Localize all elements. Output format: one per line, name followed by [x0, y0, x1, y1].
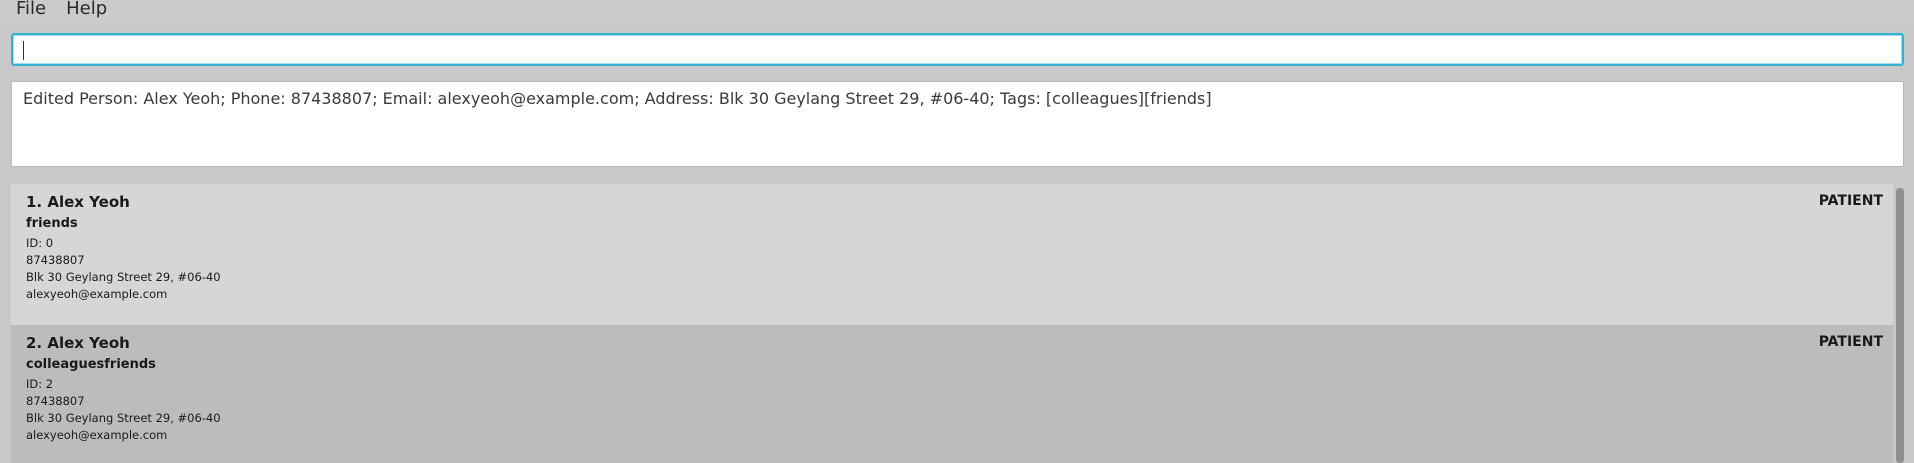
person-name: 1. Alex Yeoh	[26, 193, 130, 211]
person-role: PATIENT	[1818, 193, 1883, 209]
person-tags: friends	[26, 216, 78, 231]
person-email: alexyeoh@example.com	[26, 287, 168, 301]
person-tags: colleaguesfriends	[26, 357, 156, 372]
result-display: Edited Person: Alex Yeoh; Phone: 8743880…	[11, 81, 1904, 167]
result-message: Edited Person: Alex Yeoh; Phone: 8743880…	[23, 89, 1212, 108]
person-list[interactable]: 1. Alex Yeoh PATIENT friends ID: 0 87438…	[11, 184, 1904, 463]
menu-help[interactable]: Help	[58, 0, 119, 22]
person-phone: 87438807	[26, 394, 85, 408]
text-caret	[23, 41, 24, 60]
person-card[interactable]: 2. Alex Yeoh PATIENT colleaguesfriends I…	[11, 325, 1893, 463]
menu-bar: File Help	[0, 0, 1914, 26]
menu-file[interactable]: File	[0, 0, 58, 22]
scrollbar-thumb[interactable]	[1896, 188, 1904, 463]
person-card[interactable]: 1. Alex Yeoh PATIENT friends ID: 0 87438…	[11, 184, 1893, 325]
person-address: Blk 30 Geylang Street 29, #06-40	[26, 411, 221, 425]
person-id: ID: 0	[26, 236, 54, 250]
person-email: alexyeoh@example.com	[26, 428, 168, 442]
list-scrollbar[interactable]	[1896, 188, 1904, 463]
person-role: PATIENT	[1818, 334, 1883, 350]
command-box	[11, 33, 1904, 66]
person-name: 2. Alex Yeoh	[26, 334, 130, 352]
person-address: Blk 30 Geylang Street 29, #06-40	[26, 270, 221, 284]
person-id: ID: 2	[26, 377, 54, 391]
person-phone: 87438807	[26, 253, 85, 267]
command-input[interactable]	[13, 35, 1902, 64]
